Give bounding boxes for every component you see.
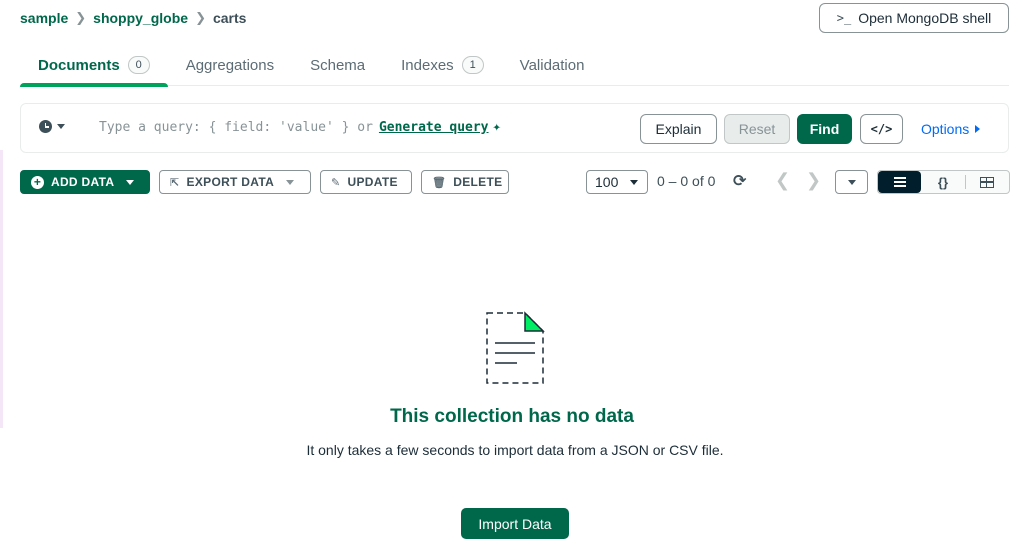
json-view-button[interactable]: {}: [921, 171, 964, 193]
export-icon: ⇱: [170, 176, 180, 189]
query-bar: Type a query: { field: 'value' } or Gene…: [20, 103, 1009, 153]
empty-state-description: It only takes a few seconds to import da…: [306, 442, 724, 458]
options-toggle[interactable]: Options: [921, 121, 981, 137]
export-data-button[interactable]: ⇱ EXPORT DATA: [159, 170, 311, 194]
add-data-button[interactable]: + ADD DATA: [20, 170, 150, 194]
caret-down-icon: [286, 179, 295, 185]
documents-count-badge: 0: [127, 56, 150, 74]
find-button[interactable]: Find: [797, 114, 852, 144]
indexes-count-badge: 1: [461, 56, 484, 74]
caret-down-icon: [630, 179, 639, 185]
query-placeholder: Type a query: { field: 'value' } or: [99, 119, 373, 135]
options-label: Options: [921, 121, 970, 137]
left-panel-edge: [0, 150, 3, 428]
collection-tabs: Documents 0 Aggregations Schema Indexes …: [20, 44, 1009, 87]
view-toggle: {}: [877, 170, 1010, 194]
list-icon: [893, 177, 906, 187]
tab-documents[interactable]: Documents 0: [20, 44, 168, 87]
terminal-icon: >_: [836, 11, 852, 25]
tab-schema[interactable]: Schema: [292, 44, 383, 86]
import-data-button[interactable]: Import Data: [461, 508, 569, 539]
breadcrumb-database[interactable]: shoppy_globe: [93, 10, 188, 26]
tab-indexes[interactable]: Indexes 1: [383, 44, 502, 86]
query-input[interactable]: Type a query: { field: 'value' } or Gene…: [99, 119, 501, 135]
caret-down-icon: [847, 179, 856, 185]
tab-indexes-label: Indexes: [401, 56, 454, 74]
delete-label: DELETE: [453, 175, 503, 189]
open-shell-label: Open MongoDB shell: [858, 10, 992, 26]
tab-aggregations[interactable]: Aggregations: [168, 44, 292, 86]
generate-query-link[interactable]: Generate query: [379, 120, 489, 135]
chevron-right-icon: ❯: [195, 10, 206, 25]
delete-button[interactable]: 🗑 DELETE: [421, 170, 509, 194]
table-icon: [980, 176, 995, 188]
pagination-range: 0 – 0 of 0: [657, 173, 716, 189]
empty-state-title: This collection has no data: [390, 406, 634, 427]
tab-aggregations-label: Aggregations: [185, 56, 275, 74]
empty-document-icon: [486, 311, 545, 384]
plus-circle-icon: +: [31, 175, 44, 189]
page-size-select[interactable]: 100: [586, 170, 648, 194]
pencil-icon: ✎: [331, 176, 341, 189]
breadcrumb-database-group[interactable]: sample: [20, 10, 68, 26]
tab-validation-label: Validation: [519, 56, 585, 74]
list-view-button[interactable]: [878, 171, 922, 193]
export-to-language-button[interactable]: </>: [860, 114, 903, 144]
page-size-value: 100: [595, 174, 619, 190]
export-data-label: EXPORT DATA: [186, 175, 275, 189]
update-button[interactable]: ✎ UPDATE: [320, 170, 412, 194]
sparkle-icon: ✦: [492, 119, 501, 135]
reset-button[interactable]: Reset: [724, 114, 790, 144]
breadcrumb: sample ❯ shoppy_globe ❯ carts: [20, 9, 246, 27]
refresh-icon[interactable]: ⟳: [733, 171, 746, 191]
caret-right-icon: [975, 125, 981, 133]
previous-page-icon[interactable]: ❮: [775, 170, 790, 191]
view-options-dropdown[interactable]: [835, 170, 868, 194]
breadcrumb-collection[interactable]: carts: [213, 10, 246, 26]
trash-icon: 🗑: [432, 176, 447, 189]
clock-icon: [39, 120, 52, 133]
add-data-label: ADD DATA: [51, 175, 115, 189]
curly-braces-icon: {}: [937, 174, 949, 190]
query-history-button[interactable]: [39, 120, 65, 133]
explain-button[interactable]: Explain: [640, 114, 717, 144]
tab-schema-label: Schema: [310, 56, 366, 74]
next-page-icon[interactable]: ❯: [806, 170, 821, 191]
caret-down-icon: [57, 124, 65, 129]
table-view-button[interactable]: [966, 171, 1009, 193]
open-shell-button[interactable]: >_ Open MongoDB shell: [819, 3, 1009, 33]
update-label: UPDATE: [347, 175, 398, 189]
caret-down-icon: [126, 179, 135, 185]
tab-documents-label: Documents: [38, 56, 120, 74]
tab-validation[interactable]: Validation: [502, 44, 603, 86]
chevron-right-icon: ❯: [75, 10, 87, 25]
